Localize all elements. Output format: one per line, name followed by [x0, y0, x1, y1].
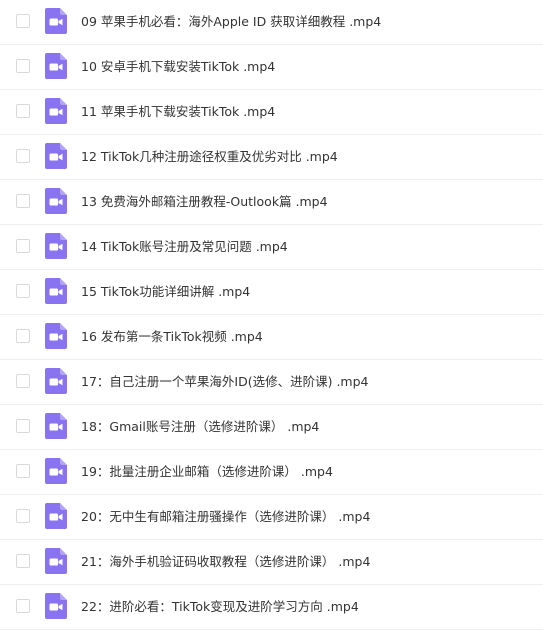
video-file-icon	[45, 53, 67, 79]
row-checkbox[interactable]	[16, 284, 30, 298]
video-file-icon	[45, 8, 67, 34]
video-file-icon	[45, 143, 67, 169]
row-checkbox[interactable]	[16, 374, 30, 388]
row-checkbox[interactable]	[16, 14, 30, 28]
video-file-icon	[45, 188, 67, 214]
file-row[interactable]: 18：Gmail账号注册（选修进阶课） .mp4	[0, 405, 543, 450]
video-file-icon	[45, 98, 67, 124]
file-row[interactable]: 11 苹果手机下载安装TikTok .mp4	[0, 90, 543, 135]
file-row[interactable]: 15 TikTok功能详细讲解 .mp4	[0, 270, 543, 315]
video-file-icon	[45, 593, 67, 619]
file-row[interactable]: 14 TikTok账号注册及常见问题 .mp4	[0, 225, 543, 270]
video-file-icon	[45, 458, 67, 484]
file-name[interactable]: 09 苹果手机必看：海外Apple ID 获取详细教程 .mp4	[81, 15, 381, 29]
file-row[interactable]: 19：批量注册企业邮箱（选修进阶课） .mp4	[0, 450, 543, 495]
video-file-icon	[45, 368, 67, 394]
row-checkbox[interactable]	[16, 599, 30, 613]
row-checkbox[interactable]	[16, 419, 30, 433]
file-name[interactable]: 15 TikTok功能详细讲解 .mp4	[81, 285, 250, 299]
video-file-icon	[45, 548, 67, 574]
row-checkbox[interactable]	[16, 59, 30, 73]
file-row[interactable]: 17：自己注册一个苹果海外ID(选修、进阶课) .mp4	[0, 360, 543, 405]
file-row[interactable]: 16 发布第一条TikTok视频 .mp4	[0, 315, 543, 360]
file-name[interactable]: 13 免费海外邮箱注册教程-Outlook篇 .mp4	[81, 195, 328, 209]
file-list: 09 苹果手机必看：海外Apple ID 获取详细教程 .mp4 10 安卓手机…	[0, 0, 543, 632]
file-row[interactable]: 20：无中生有邮箱注册骚操作（选修进阶课） .mp4	[0, 495, 543, 540]
video-file-icon	[45, 503, 67, 529]
file-name[interactable]: 11 苹果手机下载安装TikTok .mp4	[81, 105, 275, 119]
file-name[interactable]: 22：进阶必看：TikTok变现及进阶学习方向 .mp4	[81, 600, 359, 614]
row-checkbox[interactable]	[16, 509, 30, 523]
file-name[interactable]: 20：无中生有邮箱注册骚操作（选修进阶课） .mp4	[81, 510, 370, 524]
row-checkbox[interactable]	[16, 149, 30, 163]
video-file-icon	[45, 278, 67, 304]
row-checkbox[interactable]	[16, 194, 30, 208]
file-name[interactable]: 17：自己注册一个苹果海外ID(选修、进阶课) .mp4	[81, 375, 368, 389]
file-row[interactable]: 10 安卓手机下载安装TikTok .mp4	[0, 45, 543, 90]
file-name[interactable]: 21：海外手机验证码收取教程（选修进阶课） .mp4	[81, 555, 370, 569]
file-row[interactable]: 13 免费海外邮箱注册教程-Outlook篇 .mp4	[0, 180, 543, 225]
file-row[interactable]: 09 苹果手机必看：海外Apple ID 获取详细教程 .mp4	[0, 0, 543, 45]
video-file-icon	[45, 413, 67, 439]
file-name[interactable]: 14 TikTok账号注册及常见问题 .mp4	[81, 240, 288, 254]
row-checkbox[interactable]	[16, 239, 30, 253]
row-checkbox[interactable]	[16, 104, 30, 118]
file-name[interactable]: 10 安卓手机下载安装TikTok .mp4	[81, 60, 275, 74]
video-file-icon	[45, 323, 67, 349]
row-checkbox[interactable]	[16, 464, 30, 478]
file-name[interactable]: 19：批量注册企业邮箱（选修进阶课） .mp4	[81, 465, 333, 479]
file-row[interactable]: 21：海外手机验证码收取教程（选修进阶课） .mp4	[0, 540, 543, 585]
file-name[interactable]: 18：Gmail账号注册（选修进阶课） .mp4	[81, 420, 319, 434]
file-row[interactable]: 12 TikTok几种注册途径权重及优劣对比 .mp4	[0, 135, 543, 180]
row-checkbox[interactable]	[16, 329, 30, 343]
row-checkbox[interactable]	[16, 554, 30, 568]
file-name[interactable]: 12 TikTok几种注册途径权重及优劣对比 .mp4	[81, 150, 338, 164]
file-name[interactable]: 16 发布第一条TikTok视频 .mp4	[81, 330, 263, 344]
video-file-icon	[45, 233, 67, 259]
file-row[interactable]: 22：进阶必看：TikTok变现及进阶学习方向 .mp4	[0, 585, 543, 630]
